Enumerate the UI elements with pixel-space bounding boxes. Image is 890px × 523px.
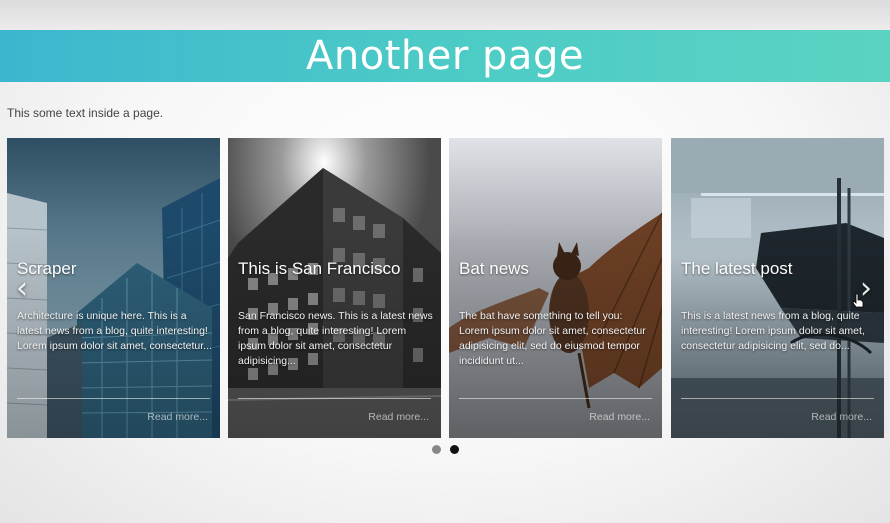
slide-title[interactable]: The latest post: [681, 259, 793, 279]
slide-card-san-francisco[interactable]: This is San Francisco San Francisco news…: [228, 138, 441, 438]
slide-divider: [459, 398, 652, 399]
intro-text: This some text inside a page.: [7, 106, 164, 120]
slide-card-latest-post[interactable]: The latest post This is a latest news fr…: [671, 138, 884, 438]
page-title: Another page: [306, 33, 584, 79]
read-more-link[interactable]: Read more...: [147, 411, 208, 423]
slide-divider: [238, 398, 431, 399]
slide-excerpt: San Francisco news. This is a latest new…: [238, 310, 433, 367]
pagination-dot-2-active[interactable]: [450, 445, 459, 454]
read-more-link[interactable]: Read more...: [811, 411, 872, 423]
news-slider: Scraper Architecture is unique here. Thi…: [7, 138, 884, 438]
slide-divider: [17, 398, 210, 399]
page-header-banner: Another page: [0, 30, 890, 82]
hand-cursor-icon: [852, 293, 864, 308]
slide-card-scraper[interactable]: Scraper Architecture is unique here. Thi…: [7, 138, 220, 438]
slide-excerpt: Architecture is unique here. This is a l…: [17, 310, 212, 352]
read-more-link[interactable]: Read more...: [589, 411, 650, 423]
slider-pagination: [432, 445, 459, 454]
slide-title[interactable]: This is San Francisco: [238, 259, 401, 279]
slide-excerpt: The bat have something to tell you: Lore…: [459, 310, 646, 367]
pagination-dot-1[interactable]: [432, 445, 441, 454]
chevron-left-icon[interactable]: ‹: [11, 271, 33, 306]
slide-excerpt: This is a latest news from a blog, quite…: [681, 310, 865, 352]
read-more-link[interactable]: Read more...: [368, 411, 429, 423]
slide-divider: [681, 398, 874, 399]
slide-title[interactable]: Bat news: [459, 259, 529, 279]
top-shade: [0, 0, 890, 30]
slide-card-bat-news[interactable]: Bat news The bat have something to tell …: [449, 138, 662, 438]
